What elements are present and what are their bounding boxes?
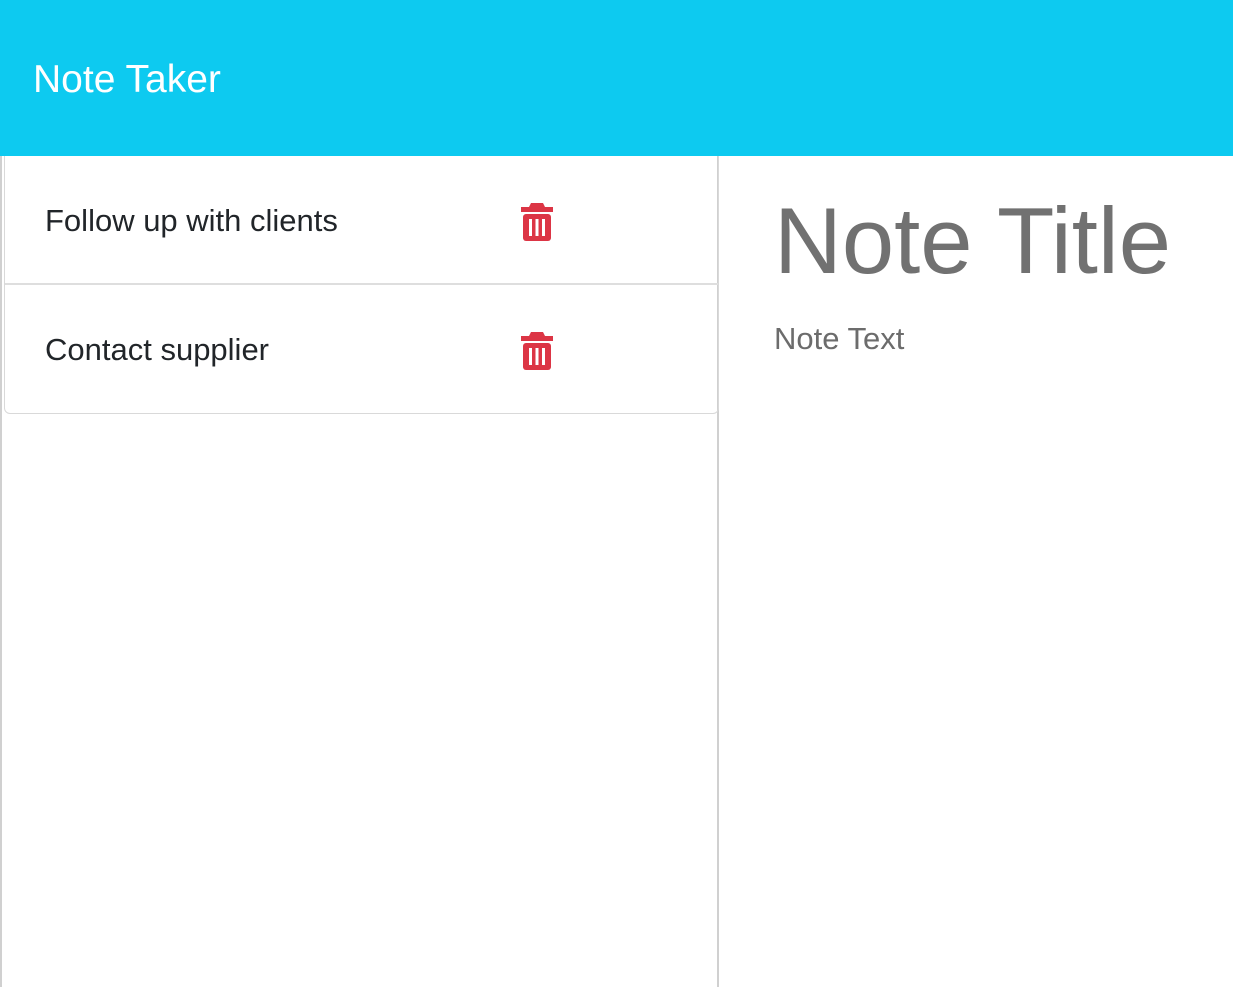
trash-icon: [521, 203, 553, 241]
note-item-title[interactable]: Follow up with clients: [45, 201, 338, 241]
app-title[interactable]: Note Taker: [33, 55, 221, 105]
notes-sidebar: Follow up with clients Contact supplier: [0, 156, 719, 987]
note-editor: Note Title Note Text: [721, 156, 1233, 987]
note-text-input[interactable]: Note Text: [774, 319, 904, 359]
delete-note-button[interactable]: [519, 201, 555, 241]
trash-icon: [521, 332, 553, 370]
list-item[interactable]: Contact supplier: [5, 285, 718, 414]
note-item-title[interactable]: Contact supplier: [45, 330, 269, 370]
delete-note-button[interactable]: [519, 330, 555, 370]
note-title-input[interactable]: Note Title: [774, 186, 1171, 296]
navbar: Note Taker: [0, 0, 1233, 156]
note-list: Follow up with clients Contact supplier: [4, 156, 719, 414]
list-item[interactable]: Follow up with clients: [5, 156, 718, 285]
